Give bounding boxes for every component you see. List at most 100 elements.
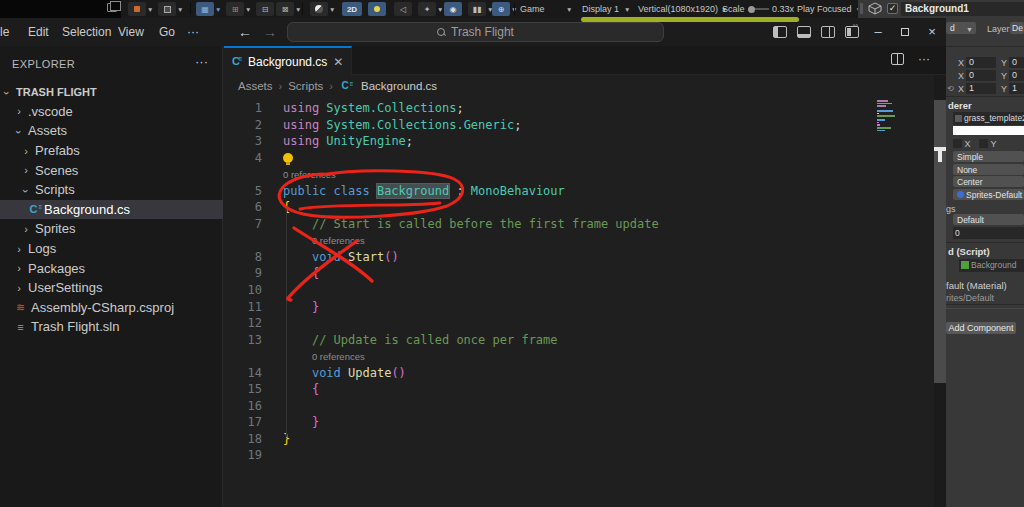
tool-handle-icon[interactable]: ▼ [128,2,153,16]
sorting-layer-dropdown[interactable]: Default [953,214,1024,226]
minimize-button[interactable]: – [866,18,890,46]
lightbulb-icon[interactable] [283,153,293,163]
visibility-icon[interactable]: ◉ [444,2,462,16]
sidebar-item-usersettings[interactable]: ›UserSettings [0,278,223,298]
grid-icon[interactable]: ▦▼ [196,2,221,16]
shader-value[interactable]: rites/Default [946,293,994,303]
code-line-10[interactable]: 10 [224,282,934,299]
explorer-actions-icon[interactable]: ··· [195,54,208,69]
gameobject-name-field[interactable]: Background1 [901,2,1024,16]
code-line-5[interactable]: 5public class Background : MonoBehaviour [224,183,934,200]
menu-go[interactable]: Go [159,18,175,46]
maximize-button[interactable] [893,18,917,46]
layer-dropdown[interactable]: De [1010,22,1024,35]
active-checkbox[interactable]: ✓ [887,3,898,14]
code-line-11[interactable]: 11 } [224,299,934,316]
code-line-1[interactable]: 1using System.Collections; [224,100,934,117]
menu-file[interactable]: le [0,18,9,46]
sidebar-item-trash-flight-sln[interactable]: ≡Trash Flight.sln [0,317,223,337]
toggle-panel-icon[interactable] [797,26,811,38]
code-line-12[interactable]: 12 [224,315,934,332]
menu-selection[interactable]: Selection [62,18,111,46]
toggle-sidebar-icon[interactable] [773,26,787,38]
material-header[interactable]: fault (Material) [946,280,1007,291]
component-icon[interactable]: ▮▮▼ [468,2,493,16]
code-line-19[interactable]: 19 [224,447,934,464]
editor-more-icon[interactable]: ··· [918,53,930,65]
code-line-7[interactable]: 7 // Start is called before the first fr… [224,216,934,233]
restore-window-icon[interactable] [107,3,117,12]
transform-y-field[interactable]: 1 [1009,83,1024,94]
forward-arrow-icon[interactable]: → [263,18,277,46]
menu-edit[interactable]: Edit [28,18,49,46]
menu-view[interactable]: View [118,18,144,46]
display-dropdown[interactable]: Display 1▼ [582,2,630,16]
script-component-header[interactable]: d (Script) [948,246,990,257]
sprite-renderer-header[interactable]: derer [948,100,972,111]
2d-button[interactable]: 2D [342,2,362,16]
scene-light-icon[interactable] [368,2,386,16]
code-line-4[interactable]: 4 [224,150,934,167]
code-line-13[interactable]: 13 // Update is called once per frame [224,332,934,349]
code-line-8[interactable]: 8 void Start() [224,249,934,266]
code-line-14[interactable]: 14 void Update() [224,365,934,382]
sidebar-item-logs[interactable]: ›Logs [0,239,223,259]
sidebar-item-assets[interactable]: ›Assets [0,121,223,141]
menu-more[interactable]: ··· [187,18,199,46]
transform-y-field[interactable]: 0 [1009,70,1024,81]
mask-interaction-dropdown[interactable]: None [953,164,1024,176]
sidebar-item-packages[interactable]: ›Packages [0,258,223,278]
add-component-button[interactable]: Add Component [946,322,1016,334]
grid-snap-icon[interactable]: ⊞▼ [226,2,251,16]
search-input[interactable]: Trash Flight [287,22,664,42]
codelens-references[interactable]: 0 references [224,348,934,365]
shading-mode-icon[interactable]: ▼ [310,2,335,16]
tab-background-cs[interactable]: C Background.cs ✕ [224,46,352,75]
breadcrumb[interactable]: Assets › Scripts › C Background.cs [224,75,946,97]
sidebar-item-scenes[interactable]: ›Scenes [0,160,223,180]
scrollbar-thumb[interactable] [934,100,946,383]
code-line-6[interactable]: 6{ [224,199,934,216]
sidebar-item-scripts[interactable]: ›Scripts [0,180,223,200]
sidebar-item--vscode[interactable]: ›.vscode [0,102,223,122]
color-field[interactable] [953,126,1024,135]
code-line-18[interactable]: 18} [224,431,934,448]
sidebar-item-assembly-csharp-csproj[interactable]: ≋Assembly-CSharp.csproj [0,298,223,318]
code-editor[interactable]: 1using System.Collections;2using System.… [224,100,934,464]
customize-layout-icon[interactable] [845,26,859,38]
back-arrow-icon[interactable]: ← [238,18,252,46]
resolution-dropdown[interactable]: Vertical(1080x1920)▼ [638,2,728,16]
breadcrumb-assets[interactable]: Assets [238,80,273,92]
sidebar-root-folder[interactable]: ›TRASH FLIGHT [0,82,223,102]
sprite-sort-point-dropdown[interactable]: Center [953,176,1024,188]
transform-y-field[interactable]: 0 [1009,57,1024,68]
code-line-16[interactable]: 16 [224,398,934,415]
order-in-layer-field[interactable]: 0 [953,227,1024,239]
transform-x-field[interactable]: 0 [966,70,996,81]
audio-icon[interactable]: ◁ [394,2,412,16]
codelens-references[interactable]: 0 references [224,232,934,249]
game-view-tab[interactable]: Game [520,2,545,16]
sprite-field[interactable]: grass_template2 [953,112,1024,125]
script-field[interactable]: Background [959,259,1024,272]
flip-x-checkbox[interactable] [953,139,962,148]
close-button[interactable]: × [920,18,944,46]
transform-x-field[interactable]: 1 [966,83,996,94]
code-line-15[interactable]: 15 { [224,381,934,398]
codelens-references[interactable]: 0 references [224,166,934,183]
material-field[interactable]: Sprites-Default [953,189,1024,201]
sidebar-item-prefabs[interactable]: ›Prefabs [0,141,223,161]
sidebar-item-background-cs[interactable]: CBackground.cs [0,200,223,220]
flip-y-checkbox[interactable] [979,139,988,148]
code-line-3[interactable]: 3using UnityEngine; [224,133,934,150]
snap-icon[interactable]: ⊟⊠▼ [256,2,301,16]
transform-x-field[interactable]: 0 [966,57,996,68]
breadcrumb-file[interactable]: Background.cs [361,80,437,92]
play-focused-dropdown[interactable]: Play Focused▼ [797,2,862,16]
scale-slider[interactable] [748,2,769,16]
draw-mode-dropdown[interactable]: Simple [953,151,1024,163]
sidebar-item-sprites[interactable]: ›Sprites [0,219,223,239]
game-caret-icon[interactable]: ▼ [565,2,572,16]
split-editor-icon[interactable] [891,53,904,65]
tab-close-icon[interactable]: ✕ [333,55,343,69]
